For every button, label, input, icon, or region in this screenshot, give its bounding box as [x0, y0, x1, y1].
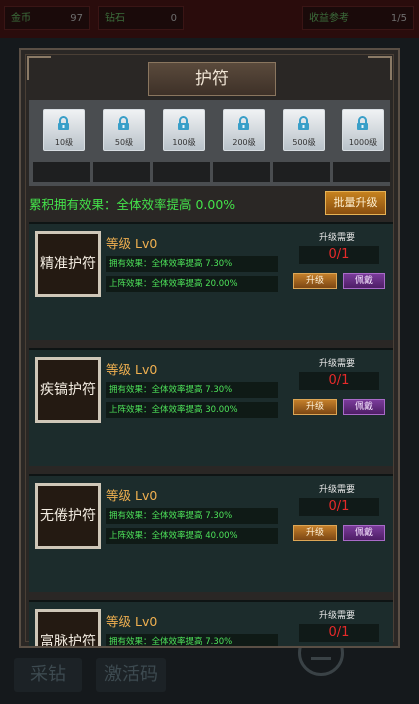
- lock-icon: [238, 116, 249, 130]
- amulet-panel: 护符 10级 50级 100级 200级 500级 1000级 累积拥有效果：全…: [19, 48, 400, 648]
- upgrade-requirement-value: 0/1: [299, 372, 379, 390]
- upgrade-requirement-value: 0/1: [299, 246, 379, 264]
- tier-500-reward[interactable]: 500级: [283, 109, 325, 151]
- amulet-card: 无倦护符 等级 Lv0 拥有效果：全体效率提高 7.30% 上阵效果：全体效率提…: [29, 474, 393, 592]
- lock-icon: [357, 116, 368, 130]
- tier-label: 200级: [232, 138, 256, 147]
- upgrade-requirement-value: 0/1: [299, 498, 379, 516]
- income-value: 1/5: [390, 13, 407, 24]
- amulet-portrait[interactable]: 富脉护符: [35, 609, 101, 646]
- amulet-portrait[interactable]: 精准护符: [35, 231, 101, 297]
- upgrade-button[interactable]: 升级: [293, 399, 337, 415]
- mine-button[interactable]: 采钻: [14, 658, 82, 692]
- tier-100-reward[interactable]: 100级: [163, 109, 205, 151]
- tier-50-reward[interactable]: 50级: [103, 109, 145, 151]
- upgrade-button[interactable]: 升级: [293, 273, 337, 289]
- tier-slot: [93, 162, 150, 182]
- amulet-level: 等级 Lv0: [106, 362, 158, 377]
- activation-code-button[interactable]: 激活码: [96, 658, 166, 692]
- income-counter: 收益参考 1/5: [302, 6, 414, 30]
- tier-label: 100级: [172, 138, 196, 147]
- equip-button[interactable]: 佩戴: [343, 273, 385, 289]
- gem-label: 钻石: [105, 13, 125, 24]
- lock-icon: [178, 116, 189, 130]
- upgrade-requirement-label: 升级需要: [319, 233, 356, 243]
- tier-slot: [213, 162, 270, 182]
- frame-corner-icon: [27, 56, 51, 80]
- equip-button[interactable]: 佩戴: [343, 399, 385, 415]
- upgrade-requirement-label: 升级需要: [319, 359, 356, 369]
- tier-200-reward[interactable]: 200级: [223, 109, 265, 151]
- tier-label: 50级: [114, 138, 134, 147]
- top-resource-bar: 金币 97 钻石 0 收益参考 1/5: [0, 0, 419, 38]
- tier-1000-reward[interactable]: 1000级: [342, 109, 384, 151]
- gem-value: 0: [170, 13, 177, 24]
- lock-icon: [118, 116, 129, 130]
- tier-slot: [333, 162, 390, 182]
- batch-upgrade-button[interactable]: 批量升级: [325, 191, 386, 215]
- amulet-level: 等级 Lv0: [106, 614, 158, 629]
- own-effect-text: 拥有效果：全体效率提高 7.30%: [106, 256, 278, 272]
- tier-slot: [33, 162, 90, 182]
- equip-button[interactable]: 佩戴: [343, 525, 385, 541]
- tier-10-reward[interactable]: 10级: [43, 109, 85, 151]
- panel-title: 护符: [148, 62, 276, 96]
- tier-label: 10级: [54, 138, 74, 147]
- upgrade-requirement-label: 升级需要: [319, 611, 356, 621]
- gold-value: 97: [70, 13, 83, 24]
- amulet-portrait[interactable]: 疾镐护符: [35, 357, 101, 423]
- tier-slot: [273, 162, 330, 182]
- income-label: 收益参考: [309, 13, 349, 24]
- amulet-level: 等级 Lv0: [106, 236, 158, 251]
- upgrade-button[interactable]: 升级: [293, 525, 337, 541]
- amulet-card: 富脉护符 等级 Lv0 拥有效果：全体效率提高 7.30% 升级需要 0/1: [29, 600, 393, 646]
- total-effect-text: 累积拥有效果：全体效率提高 0.00%: [29, 197, 236, 212]
- own-effect-text: 拥有效果：全体效率提高 7.30%: [106, 382, 278, 398]
- lock-icon: [298, 116, 309, 130]
- own-effect-text: 拥有效果：全体效率提高 7.30%: [106, 634, 278, 646]
- gem-counter: 钻石 0: [98, 6, 184, 30]
- equip-effect-text: 上阵效果：全体效率提高 20.00%: [106, 276, 278, 292]
- upgrade-requirement-value: 0/1: [299, 624, 379, 642]
- tier-label: 500级: [292, 138, 316, 147]
- amulet-card: 疾镐护符 等级 Lv0 拥有效果：全体效率提高 7.30% 上阵效果：全体效率提…: [29, 348, 393, 466]
- gold-counter: 金币 97: [4, 6, 90, 30]
- lock-icon: [58, 116, 69, 130]
- tier-slot: [153, 162, 210, 182]
- tier-label: 1000级: [348, 138, 378, 147]
- equip-effect-text: 上阵效果：全体效率提高 30.00%: [106, 402, 278, 418]
- equip-effect-text: 上阵效果：全体效率提高 40.00%: [106, 528, 278, 544]
- gold-label: 金币: [11, 13, 31, 24]
- frame-corner-icon: [368, 56, 392, 80]
- own-effect-text: 拥有效果：全体效率提高 7.30%: [106, 508, 278, 524]
- amulet-portrait[interactable]: 无倦护符: [35, 483, 101, 549]
- amulet-level: 等级 Lv0: [106, 488, 158, 503]
- upgrade-requirement-label: 升级需要: [319, 485, 356, 495]
- amulet-card: 精准护符 等级 Lv0 拥有效果：全体效率提高 7.30% 上阵效果：全体效率提…: [29, 222, 393, 340]
